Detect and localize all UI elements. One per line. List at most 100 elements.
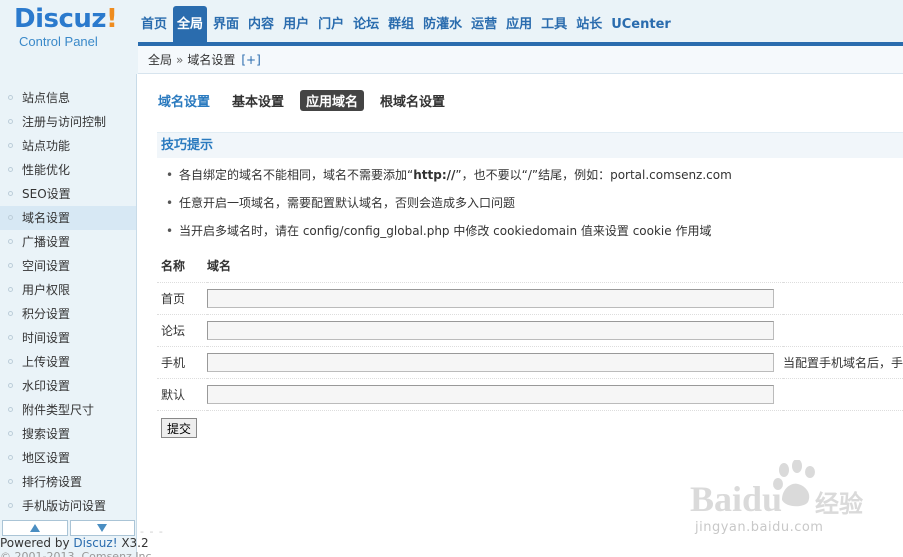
sidebar-item[interactable]: 附件类型尺寸 [0, 398, 136, 422]
column-header-domain: 域名 [207, 250, 783, 283]
submit-button[interactable]: 提交 [161, 418, 197, 438]
top-nav-tab[interactable]: 运营 [468, 6, 500, 42]
domain-input[interactable] [207, 288, 775, 308]
sidebar-item-label: 广播设置 [22, 235, 71, 249]
sub-tabs: 域名设置 基本设置 应用域名 根域名设置 [158, 89, 461, 111]
sidebar-item-label: 域名设置 [22, 211, 71, 225]
top-nav-tab[interactable]: 群组 [385, 6, 417, 42]
tip-item: 任意开启一项域名，需要配置默认域名，否则会造成多入口问题 [164, 190, 732, 218]
top-nav-tab[interactable]: 门户 [315, 6, 347, 42]
top-nav-tab[interactable]: 站长 [573, 6, 605, 42]
sidebar-item-label: 排行榜设置 [22, 475, 83, 489]
sidebar-item[interactable]: 广播设置 [0, 230, 136, 254]
row-hint: 当配置手机域名后，手 [782, 346, 903, 379]
discuz-logo[interactable]: Discuz! Control Panel [14, 4, 134, 60]
top-nav-tab[interactable]: 首页 [138, 6, 170, 42]
sidebar-item[interactable]: 站点信息 [0, 86, 136, 110]
sidebar-item-label: 积分设置 [22, 307, 71, 321]
sub-tab[interactable]: 应用域名 [300, 89, 365, 111]
column-header-hint [782, 250, 903, 283]
sidebar-item[interactable]: 手机版访问设置 [0, 494, 136, 518]
copyright-text: © 2001-2013, Comsenz Inc. [0, 551, 155, 557]
top-nav-tab[interactable]: 论坛 [350, 6, 382, 42]
sidebar-item[interactable]: 站点功能 [0, 134, 136, 158]
row-hint [782, 282, 903, 315]
top-nav-tab[interactable]: 内容 [245, 6, 277, 42]
top-nav-tab[interactable]: 全局 [173, 6, 208, 42]
arrow-up-icon [29, 524, 40, 532]
breadcrumb-root[interactable]: 全局 [148, 53, 172, 67]
domain-input[interactable] [207, 384, 775, 404]
row-domain-cell [207, 282, 783, 315]
bullet-icon [8, 119, 13, 124]
header: Discuz! Control Panel 首页 全局 界面 内容 用户 门户 论坛 群组 防灌… [0, 0, 903, 74]
row-domain-cell [207, 314, 783, 347]
domain-input[interactable] [207, 352, 775, 372]
powered-by-link[interactable]: Discuz! [73, 536, 117, 550]
bullet-icon [8, 287, 13, 292]
sidebar-item-label: 站点信息 [22, 91, 71, 105]
top-nav-tab[interactable]: 工具 [538, 6, 570, 42]
table-row: 首页 [157, 282, 903, 315]
sub-tab[interactable]: 根域名设置 [374, 90, 451, 111]
main-content: 域名设置 基本设置应用域名根域名设置 技巧提示 各自绑定的域名不能相同，域名不需… [138, 74, 903, 557]
table-row: 默认 [157, 378, 903, 411]
bullet-icon [8, 503, 13, 508]
sidebar-item[interactable]: 性能优化 [0, 158, 136, 182]
tip-text: ”，也不要以“/”结尾，例如：portal.comsenz.com [455, 168, 732, 182]
domain-input[interactable] [207, 320, 775, 340]
bullet-icon [8, 383, 13, 388]
divider-dashes: - - - [140, 525, 164, 538]
sidebar-menu: 站点信息注册与访问控制 站点功能性能优化 SEO设置域名设置广播设置空间设置用户权限… [0, 74, 136, 518]
sidebar-item[interactable]: 域名设置 [0, 206, 136, 230]
column-header-name: 名称 [157, 250, 208, 283]
logo-subtitle: Control Panel [19, 34, 98, 49]
scroll-down-button[interactable] [69, 520, 135, 536]
sidebar-item[interactable]: 空间设置 [0, 254, 136, 278]
row-domain-cell [207, 346, 783, 379]
row-name: 默认 [157, 378, 208, 411]
sidebar-item[interactable]: 注册与访问控制 [0, 110, 136, 134]
scroll-up-button[interactable] [2, 520, 68, 536]
row-hint [782, 378, 903, 411]
top-nav-tab[interactable]: 用户 [280, 6, 312, 42]
sidebar-item[interactable]: 时间设置 [0, 326, 136, 350]
breadcrumb: 全局 » 域名设置 [+] [138, 46, 903, 74]
breadcrumb-current: 域名设置 [187, 53, 236, 67]
sidebar-item-label: 站点功能 [22, 139, 71, 153]
sidebar-item[interactable]: 积分设置 [0, 302, 136, 326]
sidebar-item-label: 性能优化 [22, 163, 71, 177]
table-header-row: 名称 域名 [157, 250, 903, 283]
arrow-down-icon [97, 524, 108, 532]
sidebar-item[interactable]: 搜索设置 [0, 422, 136, 446]
sidebar-item[interactable]: 用户权限 [0, 278, 136, 302]
sub-tab[interactable]: 基本设置 [232, 90, 290, 111]
sidebar-item-label: 搜索设置 [22, 427, 71, 441]
sidebar-item[interactable]: 地区设置 [0, 446, 136, 470]
top-nav-tab[interactable]: 应用 [503, 6, 535, 42]
add-shortcut-button[interactable]: [+] [241, 53, 260, 67]
sidebar-item-label: 用户权限 [22, 283, 71, 297]
sidebar-item[interactable]: 排行榜设置 [0, 470, 136, 494]
domain-settings-table: 名称 域名 首页 论坛 手机 当配置手机域名后，手 默认 [157, 250, 903, 411]
top-nav-tab[interactable]: 界面 [210, 6, 242, 42]
sidebar-item[interactable]: 上传设置 [0, 350, 136, 374]
top-nav-tab[interactable]: 防灌水 [420, 6, 465, 42]
bullet-icon [8, 167, 13, 172]
sidebar-item-label: 空间设置 [22, 259, 71, 273]
sidebar-item[interactable]: SEO设置 [0, 182, 136, 206]
logo-wordmark: Discuz! [14, 4, 118, 34]
top-nav-tab[interactable]: UCenter [608, 6, 674, 42]
bullet-icon [8, 431, 13, 436]
row-hint [782, 314, 903, 347]
row-name: 手机 [157, 346, 208, 379]
sidebar-item-label: 注册与访问控制 [22, 115, 107, 129]
powered-by: Powered by Discuz! X3.2 [0, 536, 149, 550]
tip-text: http:// [413, 168, 456, 182]
breadcrumb-separator: » [176, 53, 184, 67]
sidebar-item-label: 附件类型尺寸 [22, 403, 95, 417]
bullet-icon [8, 335, 13, 340]
sidebar-item[interactable]: 水印设置 [0, 374, 136, 398]
bullet-icon [8, 239, 13, 244]
sidebar-scroll-controls [0, 520, 137, 536]
